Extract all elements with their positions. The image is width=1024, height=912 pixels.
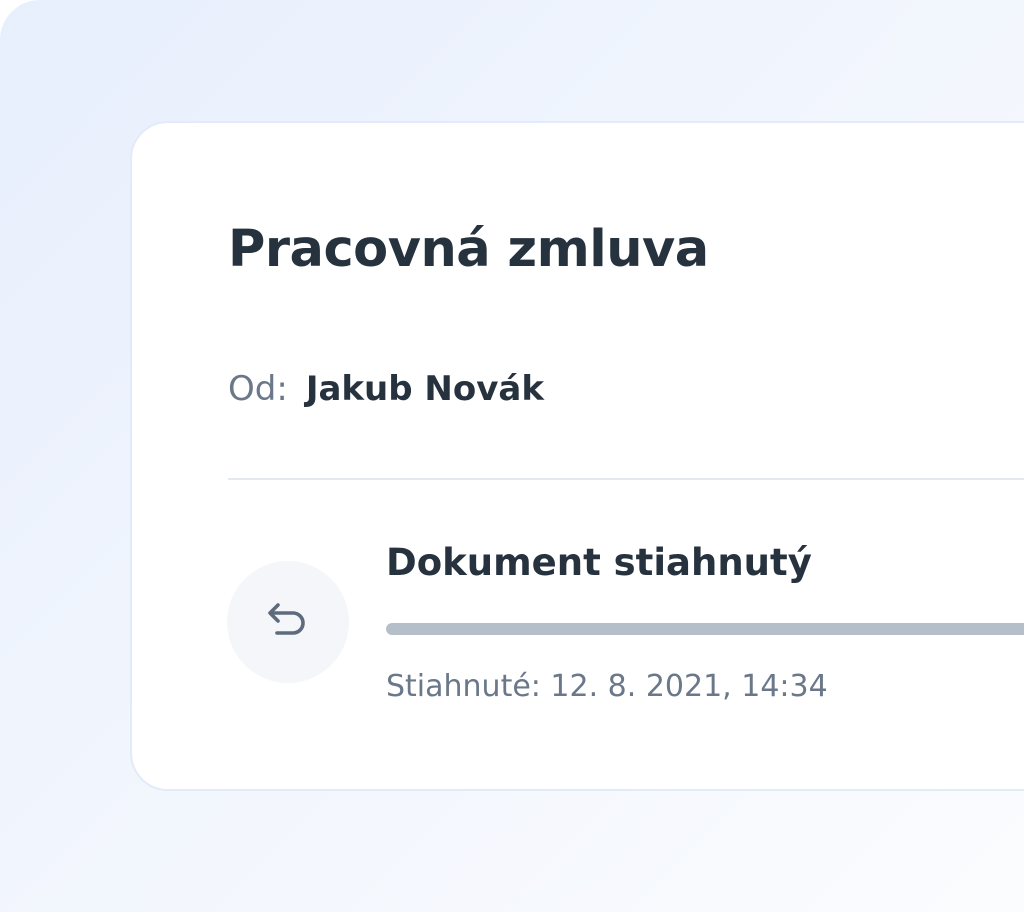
sender-label: Od: xyxy=(228,369,288,409)
download-progress-fill xyxy=(386,623,1024,635)
download-progress-bar xyxy=(386,623,1024,635)
sender-row: Od: Jakub Novák xyxy=(228,369,544,409)
status-icon-badge xyxy=(227,561,349,683)
divider xyxy=(228,478,1024,480)
app-background: Pracovná zmluva Od: Jakub Novák Dokument … xyxy=(0,0,1024,912)
document-title: Pracovná zmluva xyxy=(228,220,709,279)
undo-arrow-icon xyxy=(268,603,305,635)
document-card: Pracovná zmluva Od: Jakub Novák Dokument … xyxy=(130,121,1024,791)
status-title: Dokument stiahnutý xyxy=(386,541,812,584)
download-timestamp: Stiahnuté: 12. 8. 2021, 14:34 xyxy=(386,669,828,704)
sender-name: Jakub Novák xyxy=(305,369,544,409)
